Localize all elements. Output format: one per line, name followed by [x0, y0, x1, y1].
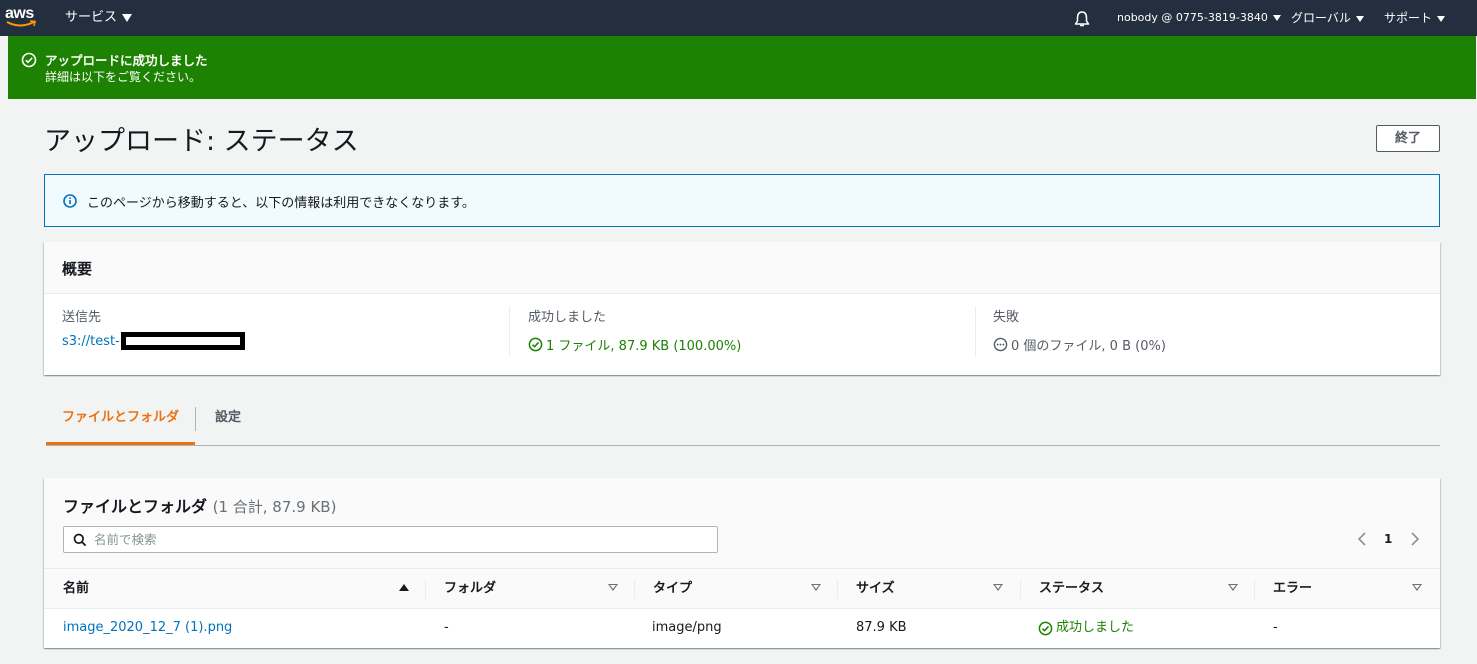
sort-ascending-icon[interactable] — [399, 584, 409, 591]
aws-logo[interactable]: aws — [5, 5, 39, 31]
column-separator — [425, 579, 426, 599]
files-panel: ファイルとフォルダ (1 合計, 87.9 KB) 1 名前 フォルダ タ — [44, 478, 1440, 648]
tabs: ファイルとフォルダ 設定 — [46, 393, 1440, 446]
search-input[interactable] — [94, 529, 709, 550]
destination-column: 送信先 s3://test- — [62, 306, 502, 364]
column-divider — [509, 306, 510, 356]
failed-label: 失敗 — [993, 310, 1020, 325]
succeeded-value-row: 1 ファイル, 87.9 KB (100.00%) — [528, 335, 968, 354]
services-menu[interactable]: サービス — [65, 0, 133, 36]
summary-header: 概要 — [44, 242, 1440, 294]
destination-label: 送信先 — [62, 310, 102, 325]
column-separator — [634, 579, 635, 599]
flash-subtitle: 詳細は以下をご覧ください。 — [45, 70, 202, 84]
info-alert: このページから移動すると、以下の情報は利用できなくなります。 — [44, 174, 1440, 227]
files-title: ファイルとフォルダ — [63, 497, 208, 516]
sort-caret-icon[interactable] — [1412, 584, 1422, 591]
caret-down-icon — [1272, 15, 1281, 21]
file-type: image/png — [652, 620, 722, 635]
support-label: サポート — [1384, 11, 1433, 25]
region-label: グローバル — [1291, 11, 1351, 25]
column-divider — [975, 306, 976, 356]
page-title: アップロード: ステータス — [44, 126, 359, 157]
region-menu[interactable]: グローバル — [1291, 0, 1364, 36]
column-header-type[interactable]: タイプ — [653, 569, 692, 608]
column-header-error[interactable]: エラー — [1273, 569, 1312, 608]
smile-arrow-icon — [6, 20, 36, 27]
tab-files-and-folders[interactable]: ファイルとフォルダ — [46, 393, 195, 445]
services-menu-label: サービス — [65, 10, 118, 25]
caret-down-icon — [122, 13, 133, 22]
current-page[interactable]: 1 — [1384, 532, 1392, 546]
table-row: image_2020_12_7 (1).png - image/png 87.9… — [44, 609, 1440, 647]
files-title-row: ファイルとフォルダ (1 合計, 87.9 KB) — [63, 493, 336, 517]
column-separator — [1020, 579, 1021, 599]
destination-link[interactable]: s3://test- — [62, 334, 120, 349]
caret-down-icon — [1437, 15, 1446, 22]
account-label: nobody @ 0775-3819-3840 — [1117, 11, 1268, 24]
column-header-status[interactable]: ステータス — [1039, 569, 1104, 608]
failed-column: 失敗 0 個のファイル, 0 B (0%) — [993, 306, 1433, 364]
succeeded-value: 1 ファイル, 87.9 KB (100.00%) — [546, 339, 742, 354]
account-menu[interactable]: nobody @ 0775-3819-3840 — [1117, 0, 1281, 36]
finish-button[interactable]: 終了 — [1376, 125, 1440, 152]
search-box — [63, 526, 718, 553]
file-status-label: 成功しました — [1056, 620, 1135, 635]
failed-value: 0 個のファイル, 0 B (0%) — [1011, 339, 1166, 354]
notifications-button[interactable] — [1073, 0, 1091, 36]
files-count: (1 合計, 87.9 KB) — [212, 498, 337, 516]
sort-caret-icon[interactable] — [993, 584, 1003, 591]
summary-title: 概要 — [62, 260, 93, 278]
sort-caret-icon[interactable] — [811, 584, 821, 591]
success-check-icon — [21, 52, 37, 68]
search-icon — [73, 533, 87, 547]
file-name-link[interactable]: image_2020_12_7 (1).png — [63, 609, 232, 647]
succeeded-column: 成功しました 1 ファイル, 87.9 KB (100.00%) — [528, 306, 968, 364]
destination-value-row: s3://test- — [62, 332, 502, 350]
success-check-icon — [1038, 621, 1053, 635]
sort-caret-icon[interactable] — [608, 584, 618, 591]
info-text: このページから移動すると、以下の情報は利用できなくなります。 — [87, 196, 475, 211]
table-header: 名前 フォルダ タイプ サイズ ステータス エラー — [44, 568, 1440, 609]
tab-settings[interactable]: 設定 — [196, 393, 260, 445]
column-header-size[interactable]: サイズ — [856, 569, 895, 608]
summary-panel: 概要 送信先 s3://test- 成功しました 1 ファイル, 87.9 KB… — [44, 242, 1440, 375]
chevron-left-icon[interactable] — [1354, 529, 1370, 549]
success-flashbar: アップロードに成功しました 詳細は以下をご覧ください。 — [8, 36, 1476, 99]
bell-icon — [1074, 11, 1090, 27]
column-separator — [1254, 579, 1255, 599]
file-error: - — [1273, 620, 1278, 635]
file-status: 成功しました — [1038, 609, 1134, 647]
ellipsis-circle-icon — [993, 337, 1008, 352]
column-separator — [837, 579, 838, 599]
file-folder: - — [444, 620, 449, 635]
column-header-folder[interactable]: フォルダ — [444, 569, 496, 608]
success-check-icon — [528, 337, 543, 352]
support-menu[interactable]: サポート — [1384, 0, 1446, 36]
redaction-box — [120, 332, 245, 350]
failed-value-row: 0 個のファイル, 0 B (0%) — [993, 335, 1433, 354]
caret-down-icon — [1355, 15, 1364, 22]
sort-caret-icon[interactable] — [1228, 584, 1238, 591]
succeeded-label: 成功しました — [528, 310, 607, 325]
top-nav: aws サービス nobody @ 0775-3819-3840 グローバル サ… — [0, 0, 1477, 36]
chevron-right-icon[interactable] — [1407, 529, 1423, 549]
column-header-name[interactable]: 名前 — [63, 569, 89, 608]
file-size: 87.9 KB — [856, 620, 907, 635]
flash-title: アップロードに成功しました — [45, 53, 208, 68]
files-header: ファイルとフォルダ (1 合計, 87.9 KB) 1 — [44, 478, 1440, 568]
info-icon — [63, 194, 77, 208]
